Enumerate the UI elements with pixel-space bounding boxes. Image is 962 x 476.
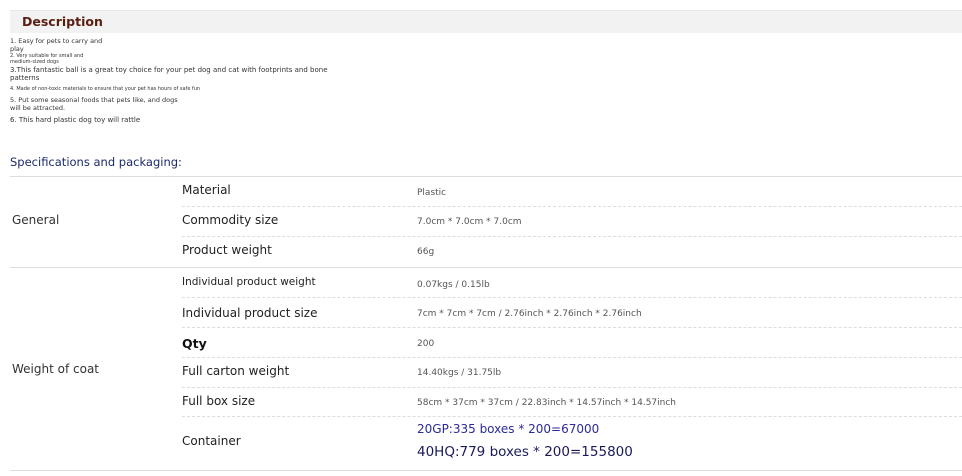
group-divider: [10, 267, 962, 268]
description-line: play: [10, 45, 24, 53]
row-value-container-40hq: 40HQ:779 boxes * 200=155800: [417, 444, 633, 460]
description-heading: Description: [22, 14, 103, 29]
row-label-individual-product-weight: Individual product weight: [182, 276, 316, 288]
description-line: will be attracted.: [10, 104, 66, 112]
group-label-weight-of-coat: Weight of coat: [12, 362, 99, 376]
row-label-product-weight: Product weight: [182, 243, 272, 257]
row-label-material: Material: [182, 183, 231, 197]
row-value-individual-product-size: 7cm * 7cm * 7cm / 2.76inch * 2.76inch * …: [417, 309, 642, 319]
row-divider: [182, 206, 962, 207]
specifications-heading: Specifications and packaging:: [10, 155, 182, 169]
description-line: 4. Made of non-toxic materials to ensure…: [10, 86, 201, 92]
description-line: patterns: [10, 74, 40, 82]
row-label-full-box-size: Full box size: [182, 394, 256, 408]
row-label-qty: Qty: [182, 336, 207, 351]
group-label-general: General: [12, 213, 60, 227]
row-divider: [182, 236, 962, 237]
table-top-border: [10, 176, 962, 177]
row-divider: [182, 387, 962, 388]
row-label-commodity-size: Commodity size: [182, 213, 279, 227]
row-divider: [182, 327, 962, 328]
description-line: 1. Easy for pets to carry and: [10, 37, 103, 45]
row-value-full-carton-weight: 14.40kgs / 31.75lb: [417, 368, 502, 378]
row-label-container: Container: [182, 434, 241, 448]
row-divider: [182, 297, 962, 298]
row-value-container-20gp: 20GP:335 boxes * 200=67000: [417, 422, 600, 436]
row-value-commodity-size: 7.0cm * 7.0cm * 7.0cm: [417, 217, 522, 227]
table-bottom-border: [10, 470, 962, 471]
row-value-qty: 200: [417, 339, 435, 349]
description-header-bar: Description: [10, 10, 962, 33]
row-label-full-carton-weight: Full carton weight: [182, 364, 290, 378]
row-divider: [182, 416, 962, 417]
row-value-full-box-size: 58cm * 37cm * 37cm / 22.83inch * 14.57in…: [417, 398, 677, 408]
description-line: medium-sized dogs: [10, 59, 59, 65]
description-line: 5. Put some seasonal foods that pets lik…: [10, 96, 178, 104]
row-value-product-weight: 66g: [417, 247, 435, 257]
row-divider: [182, 357, 962, 358]
row-label-individual-product-size: Individual product size: [182, 306, 318, 320]
description-line: 3.This fantastic ball is a great toy cho…: [10, 66, 328, 74]
row-value-individual-product-weight: 0.07kgs / 0.15lb: [417, 280, 490, 290]
description-line: 6. This hard plastic dog toy will rattle: [10, 116, 141, 124]
row-value-material: Plastic: [417, 188, 447, 198]
